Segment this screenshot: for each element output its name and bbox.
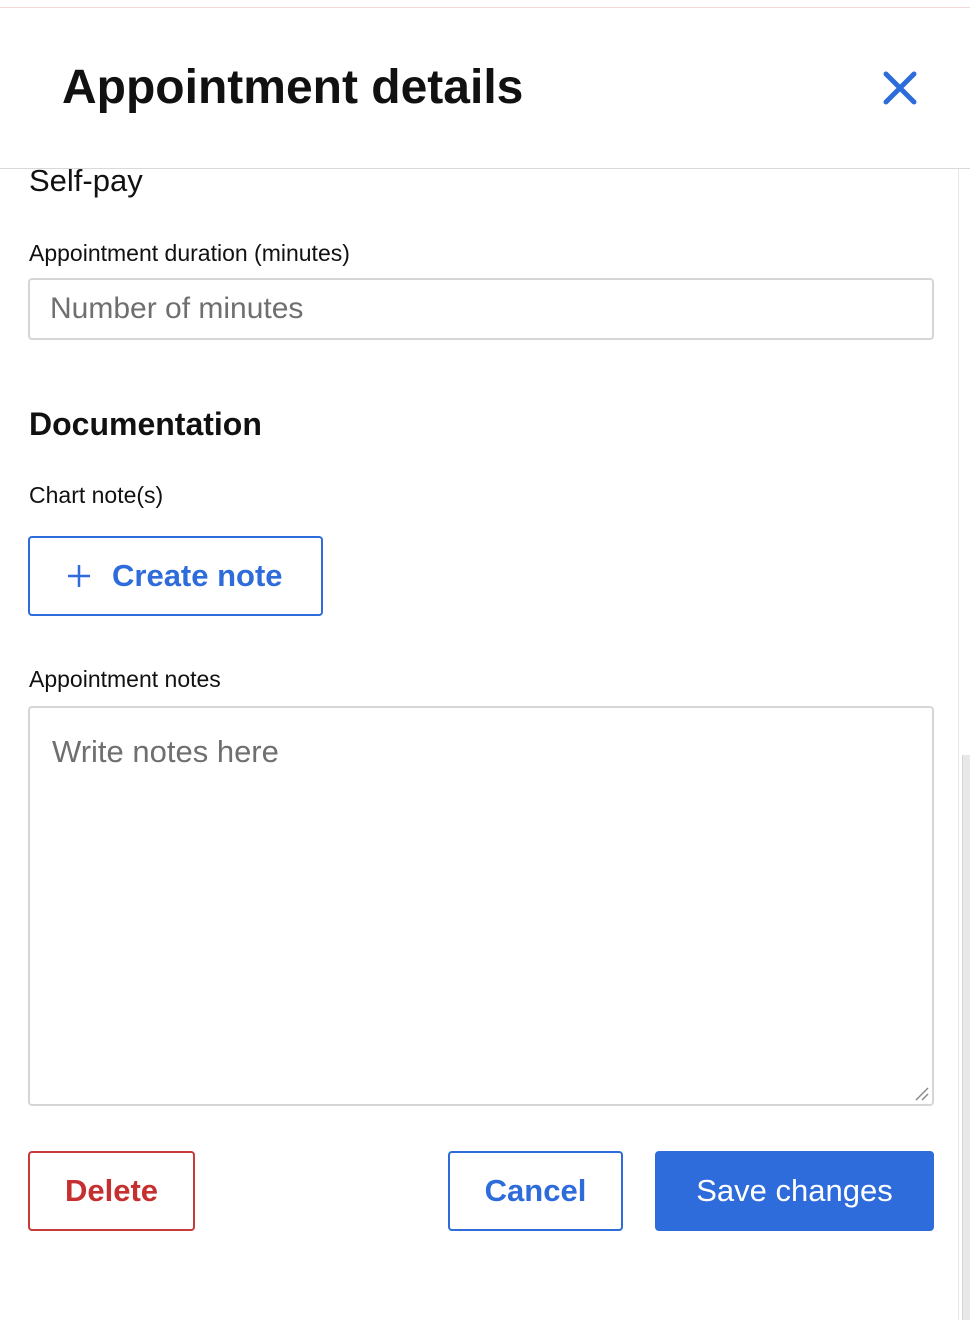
cancel-button[interactable]: Cancel bbox=[448, 1151, 623, 1231]
page-title: Appointment details bbox=[62, 61, 524, 114]
plus-icon bbox=[68, 565, 90, 587]
create-note-label: Create note bbox=[112, 558, 283, 593]
appointment-notes-label: Appointment notes bbox=[29, 666, 221, 692]
duration-label: Appointment duration (minutes) bbox=[29, 240, 350, 266]
appointment-details-panel: Appointment details Self-pay Appointment… bbox=[0, 0, 970, 1320]
billing-type-value: Self-pay bbox=[29, 169, 143, 198]
delete-button[interactable]: Delete bbox=[28, 1151, 195, 1231]
top-divider bbox=[0, 0, 970, 8]
create-note-button[interactable]: Create note bbox=[28, 536, 323, 616]
close-button[interactable] bbox=[876, 64, 924, 112]
appointment-notes-textarea[interactable] bbox=[28, 706, 934, 1106]
resize-handle-icon[interactable] bbox=[912, 1084, 930, 1102]
close-icon bbox=[883, 71, 917, 105]
panel-body: Self-pay Appointment duration (minutes) … bbox=[0, 169, 958, 1320]
save-button[interactable]: Save changes bbox=[655, 1151, 934, 1231]
panel-header: Appointment details bbox=[0, 8, 970, 169]
documentation-heading: Documentation bbox=[29, 406, 262, 442]
scrollbar-thumb[interactable] bbox=[962, 755, 970, 1320]
chart-notes-label: Chart note(s) bbox=[29, 482, 164, 508]
duration-input[interactable] bbox=[28, 278, 934, 340]
